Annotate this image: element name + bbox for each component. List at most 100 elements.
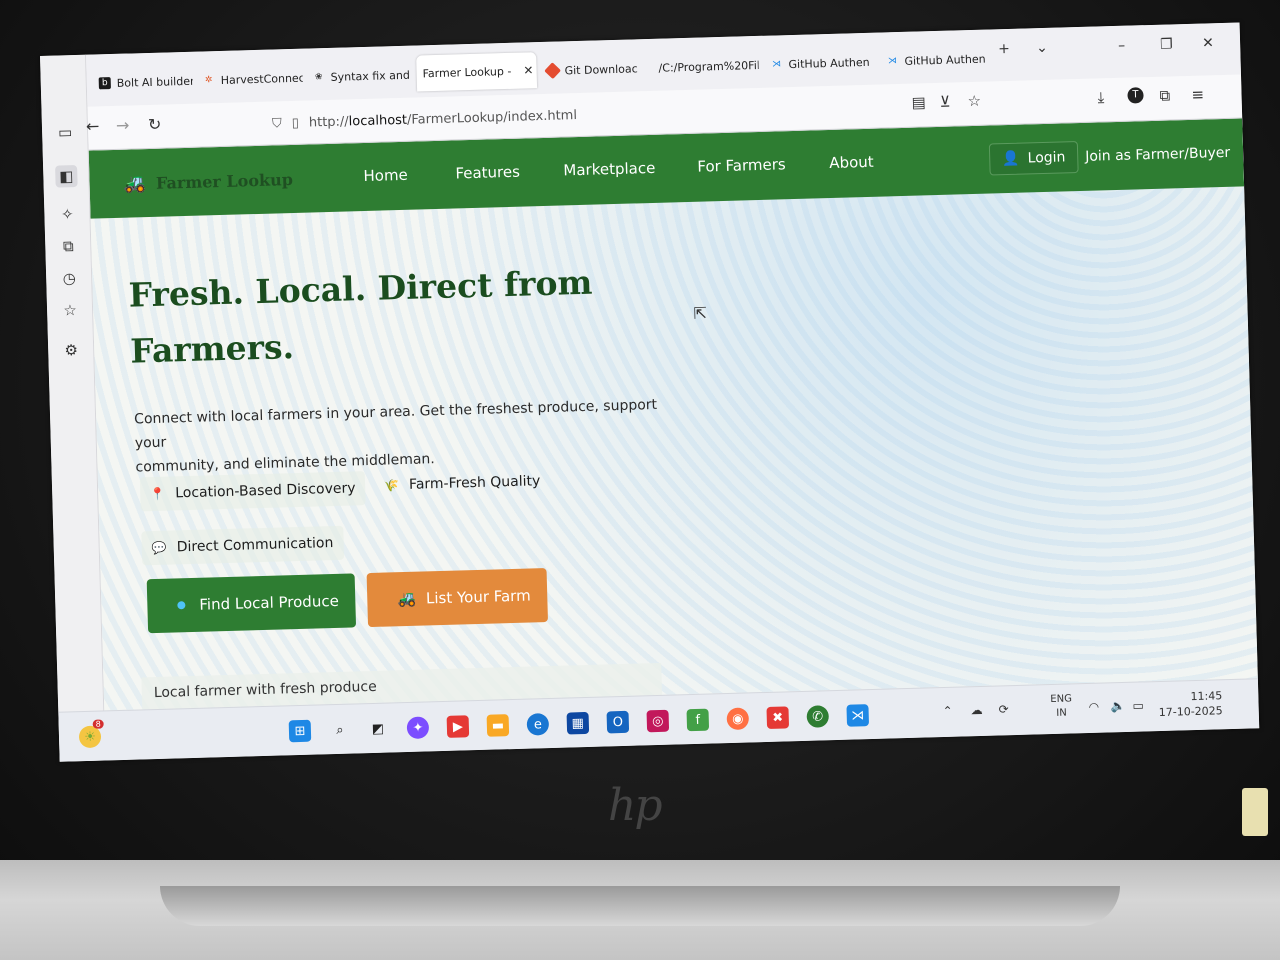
tab-label: GitHub Authen: [788, 55, 870, 71]
copilot-icon[interactable]: ✦: [406, 716, 430, 740]
pin-icon: 📍: [150, 486, 166, 502]
firefox-icon[interactable]: ◉: [726, 707, 750, 731]
xampp-icon[interactable]: ✖: [766, 706, 790, 729]
store-icon[interactable]: ▦: [566, 711, 590, 735]
settings-gear-icon[interactable]: ⚙: [60, 339, 83, 362]
hero-title: Fresh. Local. Direct from Farmers.: [128, 254, 611, 379]
login-button[interactable]: 👤 Login: [988, 141, 1079, 176]
forward-arrow-icon[interactable]: →: [116, 116, 130, 135]
tab-label: /C:/Program%20Fil: [658, 58, 759, 75]
instagram-icon[interactable]: ◎: [646, 709, 670, 733]
outlook-icon[interactable]: O: [606, 710, 630, 734]
downloads-icon[interactable]: ⤓: [1097, 88, 1104, 106]
history-icon[interactable]: ◷: [58, 267, 81, 290]
synced-tabs-icon[interactable]: ⧉: [57, 235, 80, 258]
tab-label: HarvestConnec: [220, 71, 304, 87]
file-explorer-icon[interactable]: ▬: [486, 714, 510, 737]
chat-icon: 💬: [151, 540, 167, 556]
tractor-icon: 🚜: [397, 589, 417, 609]
ai-chat-icon[interactable]: ✧: [56, 203, 79, 226]
url-host: localhost: [348, 112, 408, 129]
restore-button[interactable]: ❐: [1160, 36, 1173, 52]
site-brand[interactable]: 🚜 Farmer Lookup: [123, 169, 293, 195]
region-code: IN: [1056, 707, 1067, 719]
shield-icon[interactable]: ⛉: [272, 116, 282, 131]
notification-badge: 8: [92, 719, 104, 729]
wheat-icon: 🌾: [383, 478, 400, 493]
tab-github-auth-2[interactable]: ⋊ GitHub Authen: [880, 43, 991, 76]
facebook-icon[interactable]: f: [686, 708, 710, 732]
feature-label: Direct Communication: [176, 535, 334, 556]
tab-harvestconnect[interactable]: ✲ HarvestConnec: [196, 63, 303, 96]
button-label: Find Local Produce: [199, 591, 340, 614]
extensions-icon[interactable]: ⧉: [1159, 86, 1170, 104]
edge-icon[interactable]: e: [526, 713, 550, 736]
tab-git-download[interactable]: Git Downloac: [540, 53, 649, 86]
wifi-icon[interactable]: ◠: [1088, 700, 1099, 714]
save-to-pocket-icon[interactable]: ⊻: [939, 93, 950, 111]
reader-view-icon[interactable]: ▤: [911, 93, 926, 111]
menu-hamburger-icon[interactable]: ≡: [1191, 86, 1204, 104]
hp-logo: hp: [608, 780, 662, 831]
sync-icon[interactable]: ⟳: [998, 702, 1008, 716]
close-window-button[interactable]: ✕: [1202, 35, 1214, 51]
language-code: ENG: [1050, 693, 1073, 706]
onedrive-icon[interactable]: ☁: [970, 703, 982, 717]
nav-for-farmers[interactable]: For Farmers: [697, 155, 786, 175]
weather-widget-icon[interactable]: ☀: [78, 725, 102, 749]
tab-label: GitHub Authen: [904, 52, 986, 68]
new-tab-button[interactable]: +: [998, 41, 1010, 57]
list-your-farm-button[interactable]: 🚜 List Your Farm: [366, 568, 549, 628]
tab-label: Git Downloac: [564, 61, 638, 77]
git-icon: [544, 62, 562, 80]
url-prefix: http://: [308, 113, 349, 131]
feature-label: Location-Based Discovery: [174, 480, 356, 502]
login-label: Login: [1027, 149, 1066, 167]
back-arrow-icon[interactable]: ←: [86, 116, 100, 135]
find-local-produce-button[interactable]: Find Local Produce: [146, 573, 357, 634]
tab-program-files[interactable]: /C:/Program%20Fil: [652, 50, 759, 83]
harvest-icon: ✲: [204, 75, 213, 86]
nav-features[interactable]: Features: [455, 163, 520, 183]
tray-chevron-icon[interactable]: ⌃: [942, 704, 952, 718]
brand-name: Farmer Lookup: [155, 169, 294, 193]
tab-close-icon[interactable]: ✕: [523, 63, 533, 77]
tab-farmer-lookup[interactable]: Farmer Lookup - ✕: [416, 52, 538, 92]
hero-title-line2: Farmers.: [129, 327, 295, 371]
tab-manager-icon[interactable]: ▭: [54, 121, 77, 144]
url-text[interactable]: http://localhost/FarmerLookup/index.html: [309, 108, 577, 130]
vscode-icon[interactable]: ⋊: [846, 704, 870, 727]
nav-marketplace[interactable]: Marketplace: [563, 159, 655, 180]
nav-home[interactable]: Home: [363, 166, 408, 185]
minimize-button[interactable]: –: [1118, 38, 1125, 54]
whatsapp-icon[interactable]: ✆: [806, 705, 830, 728]
youtube-icon[interactable]: ▶: [446, 715, 470, 738]
volume-icon[interactable]: 🔈: [1110, 699, 1125, 713]
tab-label: Bolt AI builder: [116, 74, 194, 90]
laptop-hinge: [160, 886, 1120, 926]
language-indicator[interactable]: ENG IN: [1050, 692, 1072, 721]
laptop-sticker: [1242, 788, 1268, 836]
page-info-icon[interactable]: ▯: [292, 115, 300, 130]
tab-list-button[interactable]: ⌄: [1036, 40, 1048, 56]
laptop-base: [0, 860, 1280, 960]
bookmarks-icon[interactable]: ☆: [59, 299, 82, 322]
vscode-icon: ⋊: [887, 56, 898, 67]
hero-subtitle: Connect with local farmers in your area.…: [134, 392, 676, 479]
sidebar-toggle-icon[interactable]: ◧: [55, 165, 78, 188]
reload-icon[interactable]: ↻: [148, 115, 162, 134]
account-avatar-icon[interactable]: T: [1127, 87, 1144, 104]
tab-github-auth-1[interactable]: ⋊ GitHub Authen: [764, 47, 875, 80]
search-icon[interactable]: ⌕: [329, 719, 352, 742]
nav-about[interactable]: About: [829, 153, 874, 172]
tab-bolt[interactable]: b Bolt AI builder: [92, 66, 193, 99]
join-link[interactable]: Join as Farmer/Buyer: [1085, 145, 1230, 165]
system-clock[interactable]: 11:45 17-10-2025: [1158, 688, 1223, 720]
bookmark-star-icon[interactable]: ☆: [967, 92, 981, 110]
tractor-icon: 🚜: [123, 173, 147, 195]
task-view-icon[interactable]: ◩: [367, 718, 390, 741]
tab-syntax-fix[interactable]: ❀ Syntax fix and i: [306, 60, 411, 93]
battery-icon[interactable]: ▭: [1132, 698, 1144, 712]
windows-start-icon[interactable]: ⊞: [288, 719, 312, 743]
screen: ▭ ◧ ✧ ⧉ ◷ ☆ ⚙ b Bolt AI builder ✲ Harves…: [40, 22, 1260, 762]
